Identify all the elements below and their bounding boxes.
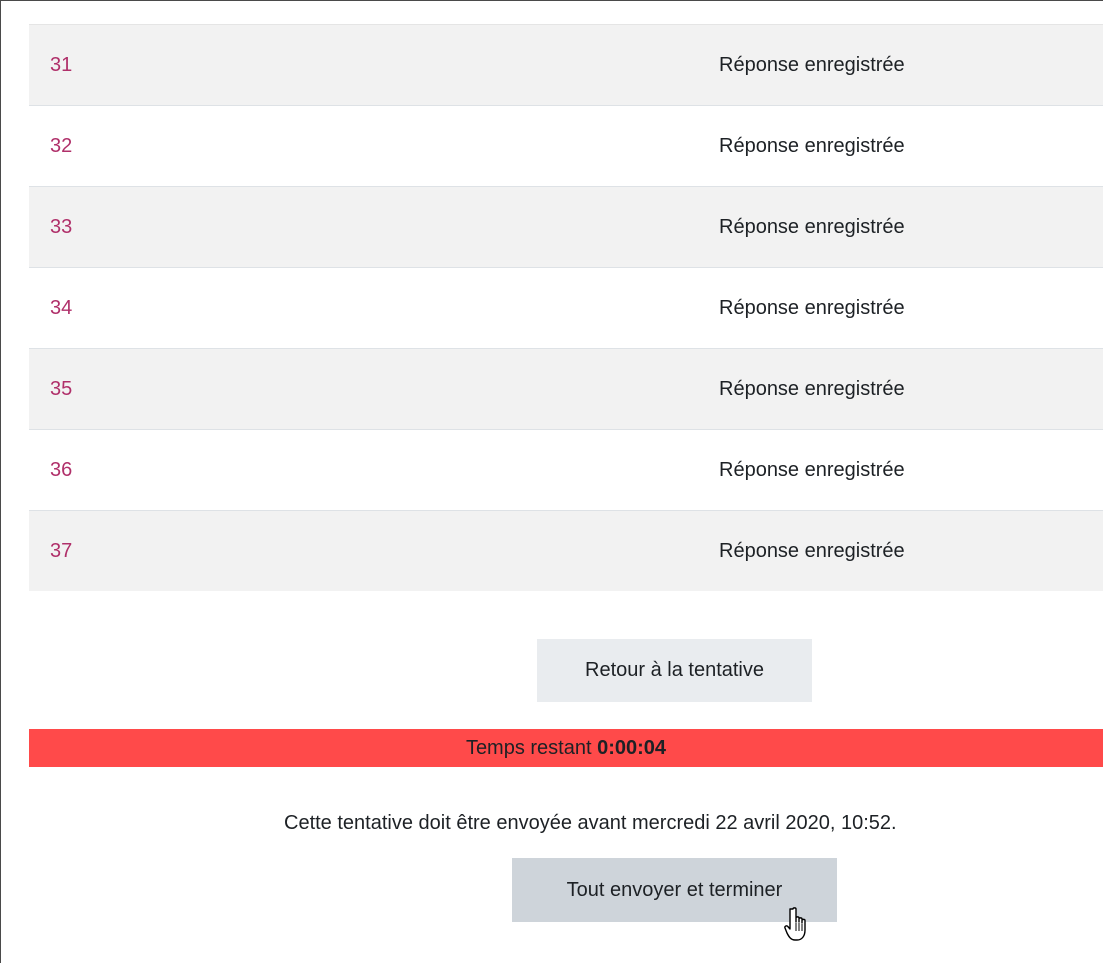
table-row: 34 Réponse enregistrée [29,267,1103,348]
deadline-notice: Cette tentative doit être envoyée avant … [284,812,897,834]
question-link-32[interactable]: 32 [50,106,72,187]
frame-border-top [0,0,1103,1]
table-row: 37 Réponse enregistrée [29,510,1103,591]
question-status: Réponse enregistrée [719,378,905,400]
frame-border-left [0,0,1,963]
question-link-37[interactable]: 37 [50,511,72,592]
time-remaining-bar: Temps restant 0:00:04 [29,729,1103,767]
question-status: Réponse enregistrée [719,216,905,238]
hand-pointer-icon [784,907,806,941]
question-link-34[interactable]: 34 [50,268,72,349]
question-link-33[interactable]: 33 [50,187,72,268]
question-status: Réponse enregistrée [719,540,905,562]
table-row: 32 Réponse enregistrée [29,105,1103,186]
question-link-31[interactable]: 31 [50,25,72,106]
table-row: 31 Réponse enregistrée [29,24,1103,105]
question-status: Réponse enregistrée [719,459,905,481]
table-row: 35 Réponse enregistrée [29,348,1103,429]
time-remaining-value: 0:00:04 [597,737,667,759]
question-link-35[interactable]: 35 [50,349,72,430]
table-row: 33 Réponse enregistrée [29,186,1103,267]
question-summary-table: 31 Réponse enregistrée 32 Réponse enregi… [29,24,1103,591]
question-status: Réponse enregistrée [719,297,905,319]
table-row: 36 Réponse enregistrée [29,429,1103,510]
time-remaining-label: Temps restant [465,737,592,759]
question-link-36[interactable]: 36 [50,430,72,511]
question-status: Réponse enregistrée [719,135,905,157]
question-status: Réponse enregistrée [719,54,905,76]
return-to-attempt-button[interactable]: Retour à la tentative [537,639,812,702]
